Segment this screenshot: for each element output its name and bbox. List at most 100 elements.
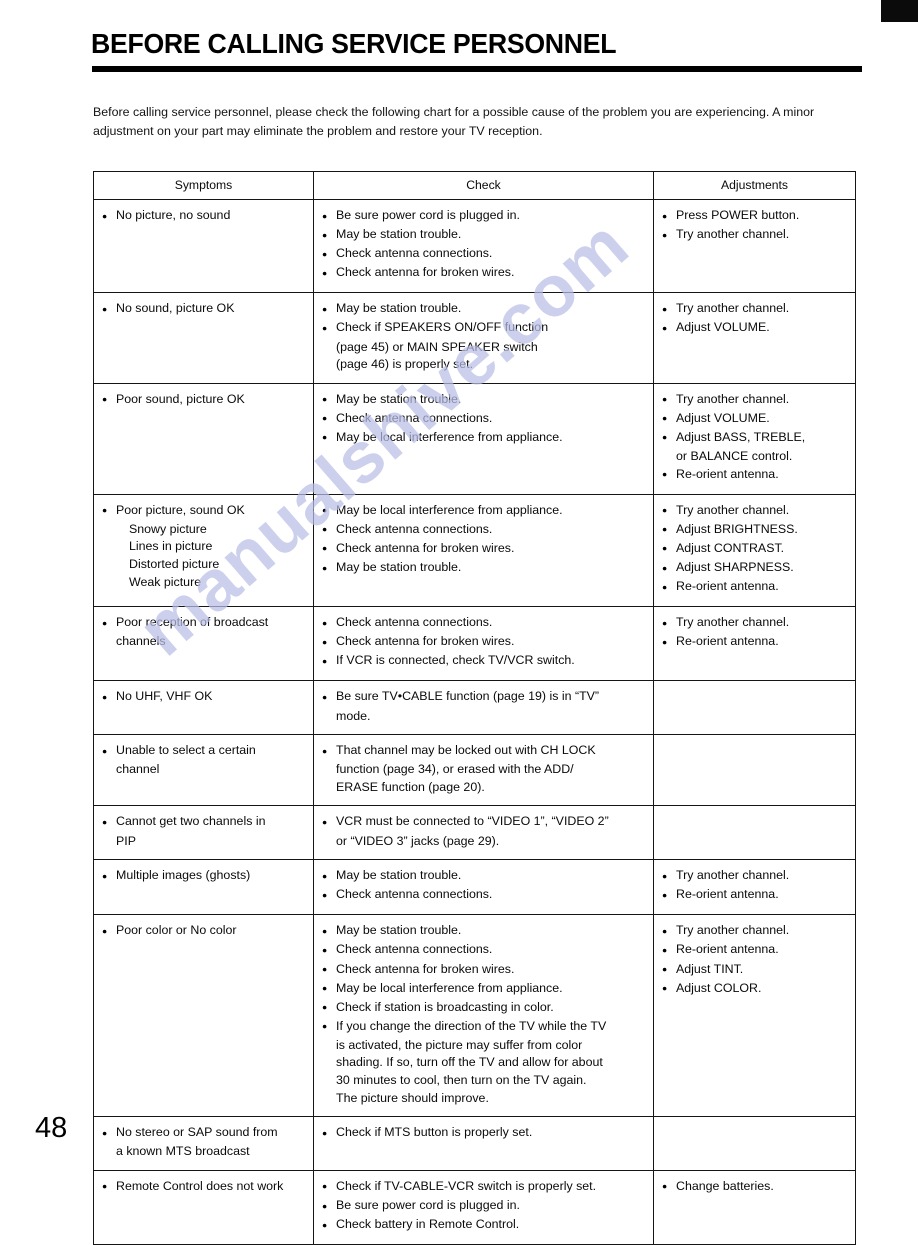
check-list: Check if MTS button is properly set. xyxy=(314,1117,653,1152)
cell-symptoms: Unable to select a certain channel xyxy=(93,734,314,807)
symptom-subitem: Distorted picture xyxy=(129,557,220,571)
table-row: Poor reception of broadcast channels Check… xyxy=(93,606,856,682)
check-item: Check antenna connections. xyxy=(322,245,647,263)
check-item-wrap: (page 46) is properly set. xyxy=(336,357,474,372)
check-item: That channel may be locked out with CH L… xyxy=(322,742,647,760)
adjustments-list xyxy=(654,681,855,697)
cell-check: May be station trouble.Check antenna con… xyxy=(313,914,654,1118)
symptoms-list: Remote Control does not work xyxy=(94,1171,313,1206)
table-row: No UHF, VHF OK Be sure TV•CABLE function … xyxy=(93,680,856,736)
page-number: 48 xyxy=(35,1112,68,1144)
adjustment-item: Adjust CONTRAST. xyxy=(662,539,849,558)
check-item: May be station trouble. xyxy=(322,300,647,318)
adjustment-item: Try another channel. xyxy=(662,300,849,318)
symptom-subitem: Snowy picture xyxy=(129,521,207,536)
check-item: Be sure power cord is plugged in. xyxy=(322,207,647,225)
cell-adjustments: Change batteries. xyxy=(653,1169,856,1245)
table-row: Unable to select a certain channel That ch… xyxy=(93,734,856,807)
adjustment-item: Re-orient antenna. xyxy=(662,941,849,959)
check-item: Check antenna connections. xyxy=(322,409,647,428)
check-item: Be sure TV•CABLE function (page 19) is i… xyxy=(322,688,647,706)
symptom-item: Poor color or No color xyxy=(102,922,307,940)
check-item-wrap: shading. If so, turn off the TV and allo… xyxy=(336,1055,603,1070)
title-divider xyxy=(92,66,862,72)
adjustment-item: Re-orient antenna. xyxy=(662,633,849,651)
adjustments-list: Try another channel.Re-orient antenna. xyxy=(654,860,855,914)
check-item: May be station trouble. xyxy=(322,390,647,409)
cell-check: May be local interference from appliance… xyxy=(313,493,654,608)
table-row: No stereo or SAP sound from a known MTS b… xyxy=(93,1116,856,1171)
check-list: Check antenna connections.Check antenna … xyxy=(314,607,653,680)
cell-symptoms: Multiple images (ghosts) xyxy=(93,859,314,916)
check-item: Check antenna for broken wires. xyxy=(322,960,647,979)
check-item-wrap: ERASE function (page 20). xyxy=(336,779,485,794)
cell-adjustments: Try another channel.Re-orient antenna. xyxy=(653,606,856,682)
check-item: If you change the direction of the TV wh… xyxy=(322,1017,647,1036)
check-item: Check antenna connections. xyxy=(322,614,647,632)
adjustment-item: Adjust VOLUME. xyxy=(662,319,849,337)
cell-symptoms: Poor color or No color xyxy=(93,914,314,1118)
check-item: Be sure power cord is plugged in. xyxy=(322,1197,647,1215)
check-item-wrap: or “VIDEO 3” jacks (page 29). xyxy=(336,833,500,848)
symptom-item: Poor reception of broadcast xyxy=(102,614,307,632)
check-item: Check antenna connections. xyxy=(322,886,647,904)
symptoms-list: Poor color or No color xyxy=(94,915,313,950)
cell-check: VCR must be connected to “VIDEO 1”, “VID… xyxy=(313,805,654,861)
cell-symptoms: Poor picture, sound OKSnowy picture Lines… xyxy=(93,493,314,608)
adjustment-item-wrap: or BALANCE control. xyxy=(676,449,793,464)
column-header-check: Check xyxy=(313,171,654,200)
check-item: May be local interference from appliance… xyxy=(322,428,647,447)
column-header-symptoms: Symptoms xyxy=(93,171,314,200)
table-row: Cannot get two channels in PIP VCR must be… xyxy=(93,805,856,861)
symptom-item: No picture, no sound xyxy=(102,207,307,225)
check-list: Check if TV-CABLE-VCR switch is properly… xyxy=(314,1171,653,1244)
symptom-item-wrap: channel xyxy=(116,762,160,777)
cell-check: Check if MTS button is properly set. xyxy=(313,1116,654,1171)
check-list: That channel may be locked out with CH L… xyxy=(314,735,653,805)
adjustments-list: Try another channel.Adjust VOLUME. xyxy=(654,293,855,347)
table-header: Symptoms Check Adjustments xyxy=(93,171,856,200)
symptoms-list: Poor reception of broadcast channels xyxy=(94,607,313,660)
check-item: Check antenna connections. xyxy=(322,941,647,959)
table-row: No picture, no sound Be sure power cord i… xyxy=(93,198,856,294)
check-item: Check if SPEAKERS ON/OFF function xyxy=(322,319,647,337)
symptom-item: Poor picture, sound OK xyxy=(102,501,307,520)
symptoms-list: Multiple images (ghosts) xyxy=(94,860,313,895)
symptom-item-wrap: PIP xyxy=(116,833,136,848)
adjustment-item: Re-orient antenna. xyxy=(662,578,849,596)
symptoms-list: No picture, no sound xyxy=(94,200,313,235)
table-header-row: Symptoms Check Adjustments xyxy=(93,171,856,200)
cell-symptoms: Poor reception of broadcast channels xyxy=(93,606,314,682)
check-item-wrap: mode. xyxy=(336,708,371,723)
cell-check: Be sure power cord is plugged in.May be … xyxy=(313,198,654,294)
check-item-wrap: 30 minutes to cool, then turn on the TV … xyxy=(336,1073,587,1088)
page-title: BEFORE CALLING SERVICE PERSONNEL xyxy=(91,28,617,59)
adjustment-item: Try another channel. xyxy=(662,867,849,885)
adjustment-item: Adjust COLOR. xyxy=(662,979,849,998)
check-list: May be station trouble.Check antenna con… xyxy=(314,860,653,914)
check-item: Check antenna connections. xyxy=(322,520,647,539)
adjustment-item: Re-orient antenna. xyxy=(662,465,849,484)
symptoms-list: No UHF, VHF OK xyxy=(94,681,313,716)
symptoms-list: No sound, picture OK xyxy=(94,293,313,328)
cell-check: May be station trouble.Check antenna con… xyxy=(313,859,654,916)
cell-adjustments xyxy=(653,805,856,861)
check-item-wrap: function (page 34), or erased with the A… xyxy=(336,762,574,777)
cell-adjustments: Try another channel.Re-orient antenna. xyxy=(653,859,856,916)
cell-adjustments xyxy=(653,734,856,807)
check-item-wrap: is activated, the picture may suffer fro… xyxy=(336,1037,583,1052)
adjustments-list xyxy=(654,1117,855,1133)
check-item: May be station trouble. xyxy=(322,922,647,940)
cell-symptoms: No picture, no sound xyxy=(93,198,314,294)
check-item: May be station trouble. xyxy=(322,226,647,244)
check-item: Check antenna for broken wires. xyxy=(322,633,647,651)
symptom-item: No UHF, VHF OK xyxy=(102,688,307,706)
cell-adjustments: Try another channel.Re-orient antenna.Ad… xyxy=(653,914,856,1118)
check-item-wrap: The picture should improve. xyxy=(336,1090,489,1105)
symptom-item-wrap: channels xyxy=(116,634,166,649)
table-row: Poor color or No color May be station tro… xyxy=(93,914,856,1118)
symptom-subitem: Weak picture xyxy=(129,574,202,589)
table-row: Poor picture, sound OKSnowy picture Lines… xyxy=(93,493,856,608)
cell-check: May be station trouble.Check if SPEAKERS… xyxy=(313,292,654,384)
symptoms-list: Unable to select a certain channel xyxy=(94,735,313,788)
